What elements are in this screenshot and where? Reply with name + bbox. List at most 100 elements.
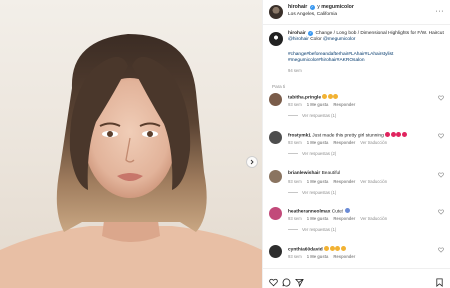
view-replies-button[interactable]: Ver respuestas (1) [288, 190, 336, 195]
comment-meta: 93 sem 1 Me gusta Responder Ver traducción [288, 216, 392, 221]
comment-username[interactable]: cynthia60david [288, 248, 323, 253]
like-button[interactable] [269, 274, 278, 287]
caption-timestamp: 94 sem [288, 68, 302, 73]
replies-divider [288, 153, 298, 154]
comment-likes[interactable]: 1 Me gusta [307, 179, 329, 184]
emoji-icon [333, 94, 339, 99]
view-replies-label: Ver respuestas (2) [302, 151, 337, 156]
action-bar [263, 268, 450, 288]
replies-divider [288, 192, 298, 193]
comment-button[interactable] [282, 274, 291, 287]
share-button[interactable] [294, 274, 304, 288]
post-location[interactable]: Los Angeles, California [288, 12, 337, 17]
view-replies-label: Ver respuestas (1) [302, 113, 337, 118]
emoji-icon [340, 246, 346, 251]
portrait-illustration [0, 34, 262, 288]
bookmark-icon [436, 278, 443, 287]
emoji-icon [396, 132, 402, 137]
verified-badge-icon: ✓ [308, 31, 314, 36]
caption-mention-megumicolor[interactable]: @megumicolor [323, 37, 355, 42]
comment-meta: 93 sem 1 Me gusta Responder [288, 102, 360, 107]
emoji-icon [401, 132, 407, 137]
reply-button[interactable]: Responder [333, 254, 355, 259]
save-button[interactable] [435, 274, 444, 287]
reply-button[interactable]: Responder [333, 216, 355, 221]
emoji-icon [390, 132, 396, 137]
comment-avatar[interactable] [269, 245, 282, 258]
comment-avatar[interactable] [269, 93, 282, 106]
verified-badge-icon: ✓ [309, 5, 315, 10]
emoji-icon [335, 246, 341, 251]
comment-time: 93 sem [288, 179, 302, 184]
view-replies-button[interactable]: Ver respuestas (1) [288, 227, 336, 232]
comment-icon [282, 278, 291, 287]
more-options-icon[interactable]: ··· [436, 8, 445, 15]
comment-body: Cute! [331, 209, 344, 215]
comment-text: heatheranneolmax Cute! [288, 208, 428, 216]
reply-button[interactable]: Responder [333, 140, 355, 145]
comment-likes[interactable]: 1 Me gusta [307, 102, 329, 107]
comment-username[interactable]: heatheranneolmax [288, 210, 330, 215]
emoji-icon [327, 94, 333, 99]
author-username[interactable]: hirohair [288, 4, 307, 10]
comment-avatar[interactable] [269, 131, 282, 144]
comment-likes[interactable]: 1 Me gusta [307, 254, 329, 259]
caption-hashtags[interactable]: #change#beforeandafterhair#LAhair#LAhair… [288, 52, 444, 65]
comment-meta: 93 sem 1 Me gusta Responder Ver traducción [288, 140, 392, 145]
post-header: hirohair ✓ y megumicolor Los Angeles, Ca… [263, 0, 450, 25]
coauthor-username[interactable]: megumicolor [321, 4, 354, 10]
comment-time: 93 sem [288, 216, 302, 221]
comment-like-heart-icon[interactable] [438, 247, 444, 253]
emoji-icon [385, 132, 391, 137]
caption-mention-hirohair[interactable]: @hirohair [288, 37, 309, 42]
comment-username[interactable]: tabitha.pringle [288, 96, 321, 101]
next-image-button[interactable] [246, 156, 258, 168]
comment-like-heart-icon[interactable] [438, 133, 444, 139]
reply-button[interactable]: Responder [333, 102, 355, 107]
view-replies-button[interactable]: Ver respuestas (2) [288, 151, 336, 156]
author-line: hirohair ✓ y megumicolor [288, 4, 354, 10]
comment-like-heart-icon[interactable] [438, 95, 444, 101]
view-replies-label: Ver respuestas (1) [302, 227, 337, 232]
translate-button[interactable]: Ver traducción [360, 179, 387, 184]
comment-like-heart-icon[interactable] [438, 209, 444, 215]
caption-avatar[interactable] [269, 32, 283, 46]
emoji-icon [344, 208, 350, 213]
comment-text: brianlewishair Beautiful [288, 171, 428, 177]
view-replies-button[interactable]: Ver respuestas (1) [288, 113, 336, 118]
author-avatar[interactable] [269, 5, 283, 19]
view-replies-label: Ver respuestas (1) [302, 190, 337, 195]
translate-button[interactable]: Ver traducción [360, 216, 387, 221]
comment-text: frostymk1 Just made this pretty girl stu… [288, 132, 428, 140]
comment-text: tabitha.pringle [288, 94, 428, 102]
emoji-icon [324, 246, 330, 251]
comment-meta: 93 sem 1 Me gusta Responder [288, 254, 360, 259]
comment-time: 93 sem [288, 254, 302, 259]
replies-divider [288, 115, 298, 116]
comment-likes[interactable]: 1 Me gusta [307, 140, 329, 145]
post-details-panel: hirohair ✓ y megumicolor Los Angeles, Ca… [262, 0, 450, 288]
comment-avatar[interactable] [269, 207, 282, 220]
comment-text: cynthia60david [288, 246, 428, 254]
comment-likes[interactable]: 1 Me gusta [307, 216, 329, 221]
caption-text: hirohair ✓ Change / Long bob / Dimension… [288, 31, 444, 44]
comment-item: brianlewishair Beautiful 93 sem 1 Me gust… [263, 170, 450, 210]
comment-time: 93 sem [288, 102, 302, 107]
comment-item: frostymk1 Just made this pretty girl stu… [263, 131, 450, 171]
comment-like-heart-icon[interactable] [438, 172, 444, 178]
comment-username[interactable]: brianlewishair [288, 171, 320, 176]
for-you-label: Para ti [272, 84, 286, 89]
chevron-right-icon [250, 159, 254, 165]
reply-button[interactable]: Responder [333, 179, 355, 184]
comment-username[interactable]: frostymk1 [288, 134, 311, 139]
heart-icon [269, 278, 278, 287]
emoji-icon [329, 246, 335, 251]
comment-item: heatheranneolmax Cute! 93 sem 1 Me gusta R… [263, 207, 450, 247]
comment-avatar[interactable] [269, 170, 282, 183]
translate-button[interactable]: Ver traducción [360, 140, 387, 145]
comment-item: tabitha.pringle 93 sem 1 Me gusta Responde… [263, 93, 450, 133]
caption-author[interactable]: hirohair [288, 31, 306, 36]
share-icon [294, 278, 304, 288]
caption-body: Change / Long bob / Dimensional Highligh… [315, 31, 444, 36]
post-photo[interactable] [0, 0, 262, 288]
